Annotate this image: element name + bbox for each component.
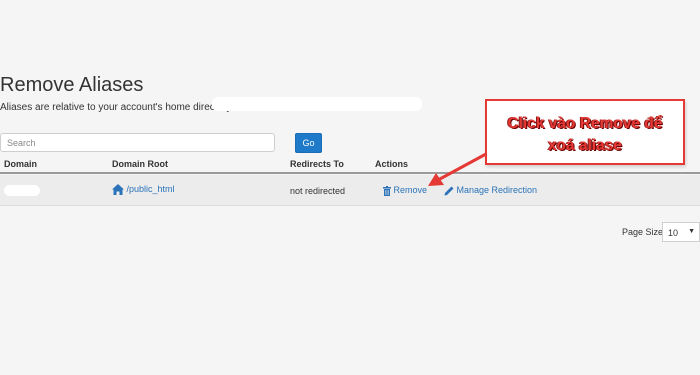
page-size-value: 10 (668, 228, 679, 238)
page-subtitle: Aliases are relative to your account's h… (0, 102, 234, 113)
page-title: Remove Aliases (0, 74, 144, 96)
pencil-icon (444, 186, 454, 196)
annotation-line-2: xoá aliase (547, 137, 623, 154)
column-header-actions: Actions (375, 159, 409, 169)
annotation-callout: Click vào Remove để xoá aliase (485, 99, 685, 165)
page-size-label: Page Size (622, 227, 664, 237)
home-icon (112, 184, 124, 196)
redacted-path (212, 97, 422, 111)
column-header-domain-root[interactable]: Domain Root (112, 159, 168, 169)
domain-root-link[interactable]: /public_html (112, 184, 175, 196)
redirects-to-value: not redirected (290, 186, 346, 196)
trash-icon (383, 185, 391, 196)
manage-redirection-label: Manage Redirection (456, 185, 538, 195)
redacted-domain (4, 185, 40, 196)
annotation-text: Click vào Remove để xoá aliase (487, 113, 683, 157)
manage-redirection-link[interactable]: Manage Redirection (444, 185, 537, 196)
annotation-line-1: Click vào Remove để (507, 115, 663, 132)
remove-link[interactable]: Remove (383, 185, 427, 196)
page-size-select[interactable]: 10 ▼ (662, 222, 700, 242)
caret-down-icon: ▼ (688, 228, 695, 235)
column-header-domain[interactable]: Domain (4, 159, 37, 169)
column-header-redirects-to[interactable]: Redirects To (290, 159, 344, 169)
table-row: /public_html not redirected Remove Manag… (0, 175, 700, 206)
remove-label: Remove (393, 185, 428, 195)
domain-root-label: /public_html (126, 184, 175, 194)
